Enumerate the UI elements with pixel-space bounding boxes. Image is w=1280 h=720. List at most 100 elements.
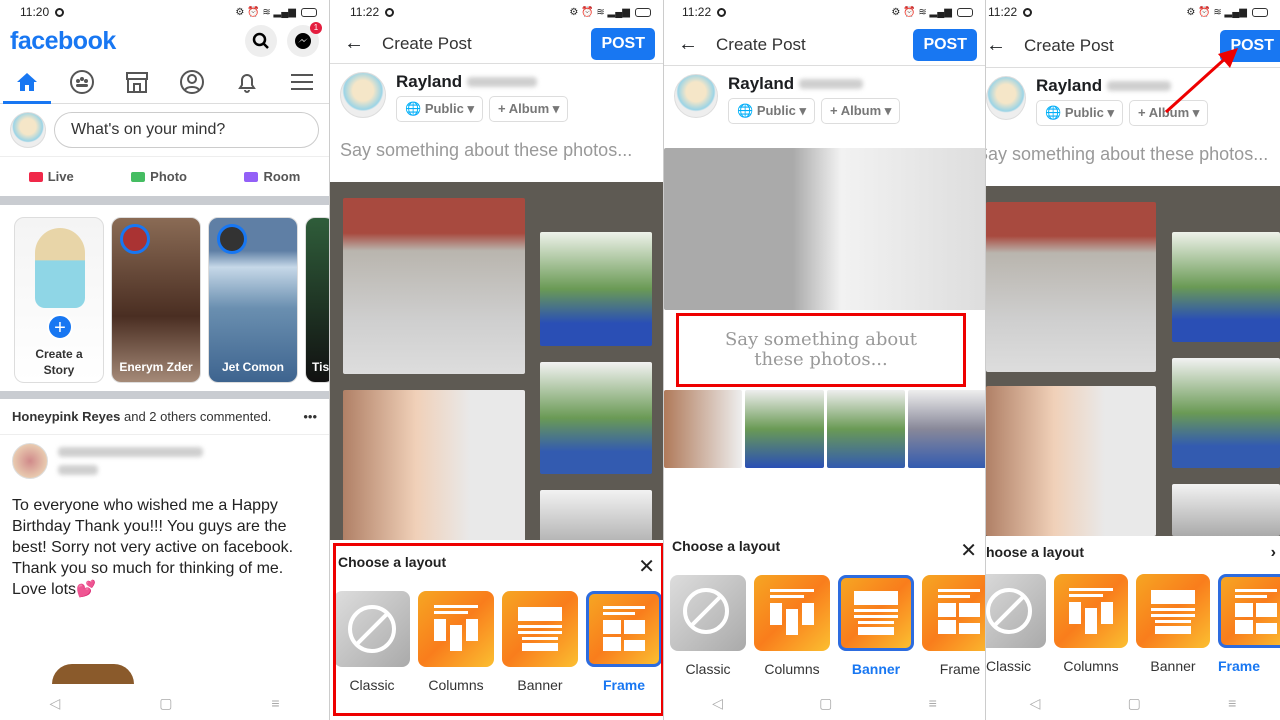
back-arrow-icon[interactable]: ← (678, 33, 698, 56)
messenger-icon (295, 33, 311, 49)
album-selector[interactable]: + Album ▾ (820, 98, 901, 124)
divider (0, 196, 329, 205)
nav-back-button[interactable]: ◁ (712, 695, 723, 712)
room-icon (244, 171, 259, 182)
composer-actions: Live Photo Room (0, 156, 329, 196)
tab-profile[interactable] (177, 67, 207, 97)
author-row: Rayland 🌐 Public ▾ + Album ▾ (664, 66, 985, 132)
back-arrow-icon[interactable]: ← (344, 32, 364, 55)
create-post-frame-screen: 11:22 ⚙ ⏰ ≋ ▂▄▆ ← Create Post POST Raylan… (330, 0, 664, 720)
chevron-right-icon[interactable]: › (1271, 544, 1276, 562)
layout-columns[interactable]: Columns (754, 575, 830, 677)
tab-marketplace[interactable] (122, 67, 152, 97)
photo[interactable] (540, 232, 652, 346)
post-button[interactable]: POST (913, 28, 977, 61)
nav-home-button[interactable]: ▢ (1128, 695, 1141, 712)
live-button[interactable]: Live (28, 169, 74, 184)
bell-icon (237, 73, 256, 93)
whats-on-your-mind-input[interactable]: What's on your mind? (54, 112, 319, 148)
live-icon (28, 171, 43, 182)
photo-icon (131, 171, 146, 182)
active-tab-indicator (3, 101, 51, 104)
photo[interactable] (826, 390, 905, 468)
photo[interactable] (745, 390, 824, 468)
status-bar: 11:22 ⚙ ⏰ ≋ ▂▄▆ (330, 0, 663, 24)
caption-input[interactable]: Say something about these photos... (330, 130, 663, 171)
photo[interactable] (1172, 484, 1280, 536)
nav-back-button[interactable]: ◁ (49, 695, 60, 712)
search-icon (252, 32, 269, 49)
tab-home[interactable] (12, 67, 42, 97)
photo[interactable] (343, 198, 525, 374)
messenger-button[interactable]: 1 (287, 22, 322, 57)
photo-collage (986, 186, 1280, 536)
more-options-icon[interactable]: ••• (303, 409, 317, 424)
close-icon[interactable]: ✕ (960, 538, 977, 563)
home-icon (17, 72, 38, 91)
privacy-selector[interactable]: 🌐 Public ▾ (728, 98, 815, 124)
layout-classic[interactable]: Classic (670, 575, 746, 677)
photo[interactable] (343, 390, 525, 542)
layout-frame[interactable]: Frame (922, 575, 985, 677)
photo[interactable] (540, 490, 652, 542)
layout-banner[interactable]: Banner (1136, 574, 1210, 674)
nav-home-button[interactable]: ▢ (159, 695, 172, 712)
highlight-box (676, 313, 966, 387)
tab-menu[interactable] (287, 67, 317, 97)
divider (0, 391, 329, 399)
story-card[interactable]: Enerym Zder (111, 217, 201, 383)
photo-strip (664, 390, 985, 468)
photo[interactable] (986, 386, 1156, 536)
clock: 11:20 (20, 5, 50, 19)
avatar[interactable] (10, 112, 46, 148)
nav-recents-button[interactable]: ≡ (929, 695, 937, 712)
post-button[interactable]: POST (591, 27, 655, 60)
plus-icon: + (47, 314, 73, 340)
nav-home-button[interactable]: ▢ (819, 695, 832, 712)
activity-header: Honeypink Reyes and 2 others commented. … (0, 399, 329, 435)
photo[interactable] (540, 362, 652, 474)
photo[interactable] (907, 390, 985, 468)
photo[interactable] (664, 390, 743, 468)
avatar (674, 74, 718, 118)
create-story-card[interactable]: + Create a Story (14, 217, 104, 383)
story-card[interactable]: Jet Comon (208, 217, 298, 383)
nav-recents-button[interactable]: ≡ (1228, 695, 1236, 712)
highlight-box (333, 543, 663, 716)
photo[interactable] (1172, 232, 1280, 342)
tab-notifications[interactable] (232, 67, 262, 97)
status-bar: 11:22 ⚙ ⏰ ≋ ▂▄▆ (664, 0, 985, 24)
tab-groups[interactable] (67, 67, 97, 97)
author-row: Rayland 🌐 Public ▾ + Album ▾ (330, 64, 663, 130)
room-button[interactable]: Room (244, 169, 300, 184)
layout-banner[interactable]: Banner (838, 575, 914, 677)
caption-input[interactable]: Say something about these photos... (986, 134, 1280, 175)
privacy-selector[interactable]: 🌐 Public ▾ (396, 96, 483, 122)
annotation-arrow-icon (1164, 48, 1238, 114)
post-author-avatar[interactable] (12, 443, 48, 479)
status-composer: What's on your mind? (0, 104, 329, 156)
photo[interactable] (1172, 358, 1280, 468)
photo[interactable] (986, 202, 1156, 372)
page-title: Create Post (382, 33, 472, 53)
back-arrow-icon[interactable]: ← (986, 34, 1006, 57)
nav-back-button[interactable]: ◁ (1030, 695, 1041, 712)
photo-collage (330, 182, 663, 542)
story-avatar (217, 224, 247, 254)
banner-photo[interactable] (664, 148, 985, 310)
photo-button[interactable]: Photo (131, 169, 187, 184)
layout-frame[interactable]: Frame (1218, 574, 1280, 674)
main-nav (0, 60, 329, 104)
commenter-name[interactable]: Honeypink Reyes (12, 409, 120, 424)
story-card[interactable]: Tis (305, 217, 329, 383)
album-selector[interactable]: + Album ▾ (488, 96, 569, 122)
status-bar: 11:20 ⚙ ⏰ ≋ ▂▄▆ (0, 0, 329, 24)
nav-recents-button[interactable]: ≡ (271, 695, 279, 712)
create-post-header: ← Create Post POST (330, 24, 663, 64)
layout-columns[interactable]: Columns (1054, 574, 1128, 674)
search-button[interactable] (245, 25, 277, 57)
layout-classic[interactable]: Classic (986, 574, 1046, 674)
privacy-selector[interactable]: 🌐 Public ▾ (1036, 100, 1123, 126)
messenger-badge: 1 (310, 22, 322, 34)
system-nav-bar: ◁ ▢ ≡ (0, 695, 329, 712)
